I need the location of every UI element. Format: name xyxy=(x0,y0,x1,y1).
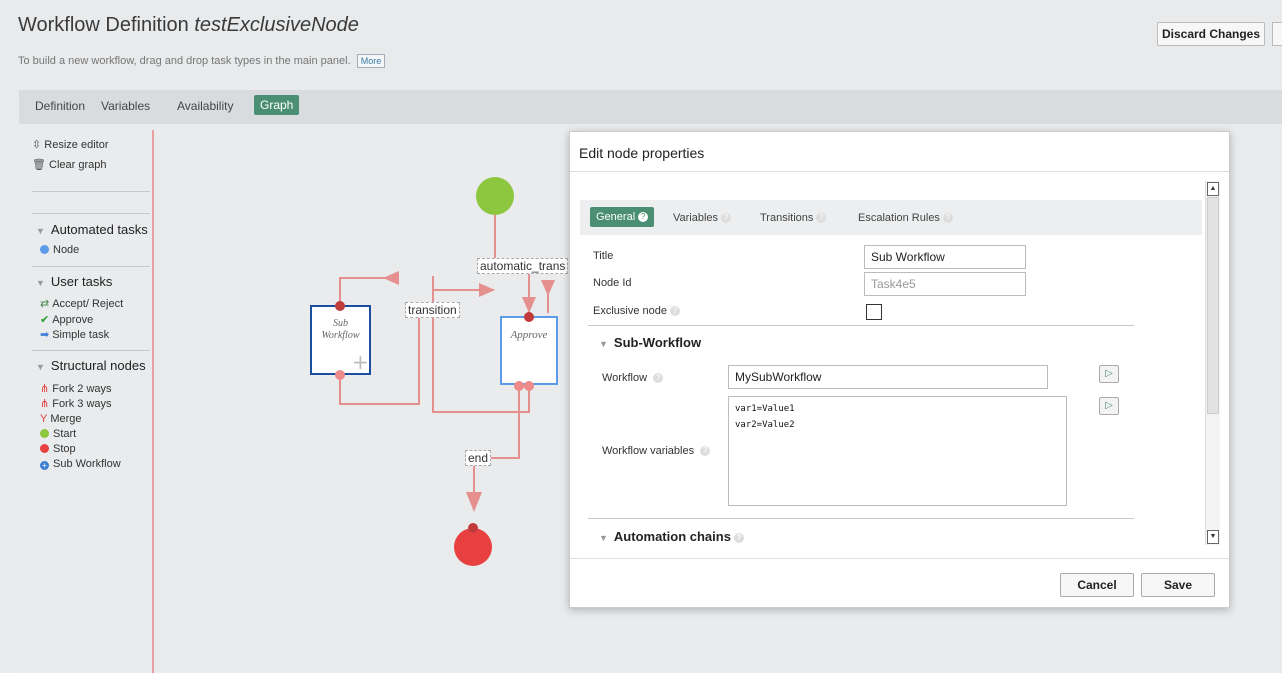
exclusive-node-checkbox[interactable] xyxy=(866,304,882,320)
workflow-variables-textarea[interactable]: var1=Value1 var2=Value2 xyxy=(728,396,1067,506)
workflow-label: Workflow ? xyxy=(602,372,664,384)
divider xyxy=(588,325,1134,326)
automation-chains-label: Automation chains xyxy=(613,529,731,544)
workflow-variables-label: Workflow variables ? xyxy=(602,445,711,457)
divider xyxy=(570,171,1229,172)
help-icon: ? xyxy=(816,213,827,223)
help-icon: ? xyxy=(638,212,649,222)
help-icon: ? xyxy=(653,373,664,383)
scrollbar-thumb[interactable] xyxy=(1207,197,1219,414)
edge xyxy=(339,277,398,305)
edge-label-end[interactable]: end xyxy=(465,450,492,466)
node-id-label: Node Id xyxy=(593,277,632,289)
save-button[interactable]: Save xyxy=(1141,573,1215,597)
sub-workflow-section-label: Sub-Workflow xyxy=(613,335,702,350)
help-icon: ? xyxy=(700,446,711,456)
sub-node-plus-icon: + xyxy=(352,350,369,374)
edge xyxy=(473,388,520,495)
arrow-head xyxy=(383,271,399,285)
sub-workflow-node-label[interactable]: Sub Workflow xyxy=(311,318,370,342)
cancel-button[interactable]: Cancel xyxy=(1060,573,1134,597)
scroll-up-icon[interactable]: ▲ xyxy=(1207,182,1219,196)
workflow-variables-text: Workflow variables xyxy=(602,445,695,457)
sub-node-line1: Sub xyxy=(333,318,348,329)
arrow-head xyxy=(522,297,536,313)
node-id-input[interactable]: Task4e5 xyxy=(864,272,1026,296)
tab-transitions-label: Transitions xyxy=(760,212,814,224)
arrow-head xyxy=(541,280,555,296)
sub-workflow-section-header[interactable]: ▼ Sub-Workflow xyxy=(599,335,701,350)
tab-general-label: General xyxy=(596,211,636,223)
tab-escalation-rules[interactable]: Escalation Rules? xyxy=(858,212,953,224)
port xyxy=(524,381,534,391)
tab-escalation-label: Escalation Rules xyxy=(858,212,940,224)
scroll-down-icon[interactable]: ▼ xyxy=(1207,530,1219,544)
collapse-triangle-icon: ▼ xyxy=(599,339,608,349)
divider xyxy=(570,558,1229,559)
help-icon: ? xyxy=(721,213,732,223)
edit-node-dialog: Edit node properties General? Variables?… xyxy=(569,131,1230,608)
help-icon: ? xyxy=(670,306,680,316)
dialog-tabs: General? Variables? Transitions? Escalat… xyxy=(580,200,1202,235)
tab-general[interactable]: General? xyxy=(590,207,655,227)
arrow-head xyxy=(479,283,495,297)
sub-node-line2: Workflow xyxy=(321,330,360,341)
tab-node-variables[interactable]: Variables? xyxy=(673,212,732,224)
edge-label-transition[interactable]: transition xyxy=(405,302,460,318)
help-icon: ? xyxy=(942,213,953,223)
title-input[interactable]: Sub Workflow xyxy=(864,245,1026,269)
start-node xyxy=(476,177,514,215)
approve-node xyxy=(500,316,558,385)
title-label: Title xyxy=(593,250,614,262)
port xyxy=(514,381,524,391)
help-icon: ? xyxy=(733,533,744,543)
approve-node-label[interactable]: Approve xyxy=(501,329,557,341)
automation-chains-section-header[interactable]: ▼ Automation chains? xyxy=(599,529,744,544)
select-workflow-button[interactable]: ▷ xyxy=(1099,365,1119,383)
edit-variables-button[interactable]: ▷ xyxy=(1099,397,1119,415)
edge-label-automatic[interactable]: automatic_trans xyxy=(477,258,569,274)
arrow-head xyxy=(466,492,482,512)
workflow-label-text: Workflow xyxy=(602,372,648,384)
port xyxy=(335,301,345,311)
divider xyxy=(588,518,1134,519)
tab-variables-label: Variables xyxy=(673,212,719,224)
collapse-triangle-icon: ▼ xyxy=(599,533,608,543)
port xyxy=(524,312,534,322)
exclusive-node-label: Exclusive node? xyxy=(593,305,680,317)
port xyxy=(468,523,478,533)
stop-node xyxy=(454,528,492,566)
tab-transitions[interactable]: Transitions? xyxy=(760,212,827,224)
workflow-input[interactable]: MySubWorkflow xyxy=(728,365,1048,389)
exclusive-node-text: Exclusive node xyxy=(593,305,667,317)
port xyxy=(335,370,345,380)
dialog-title: Edit node properties xyxy=(579,145,705,161)
